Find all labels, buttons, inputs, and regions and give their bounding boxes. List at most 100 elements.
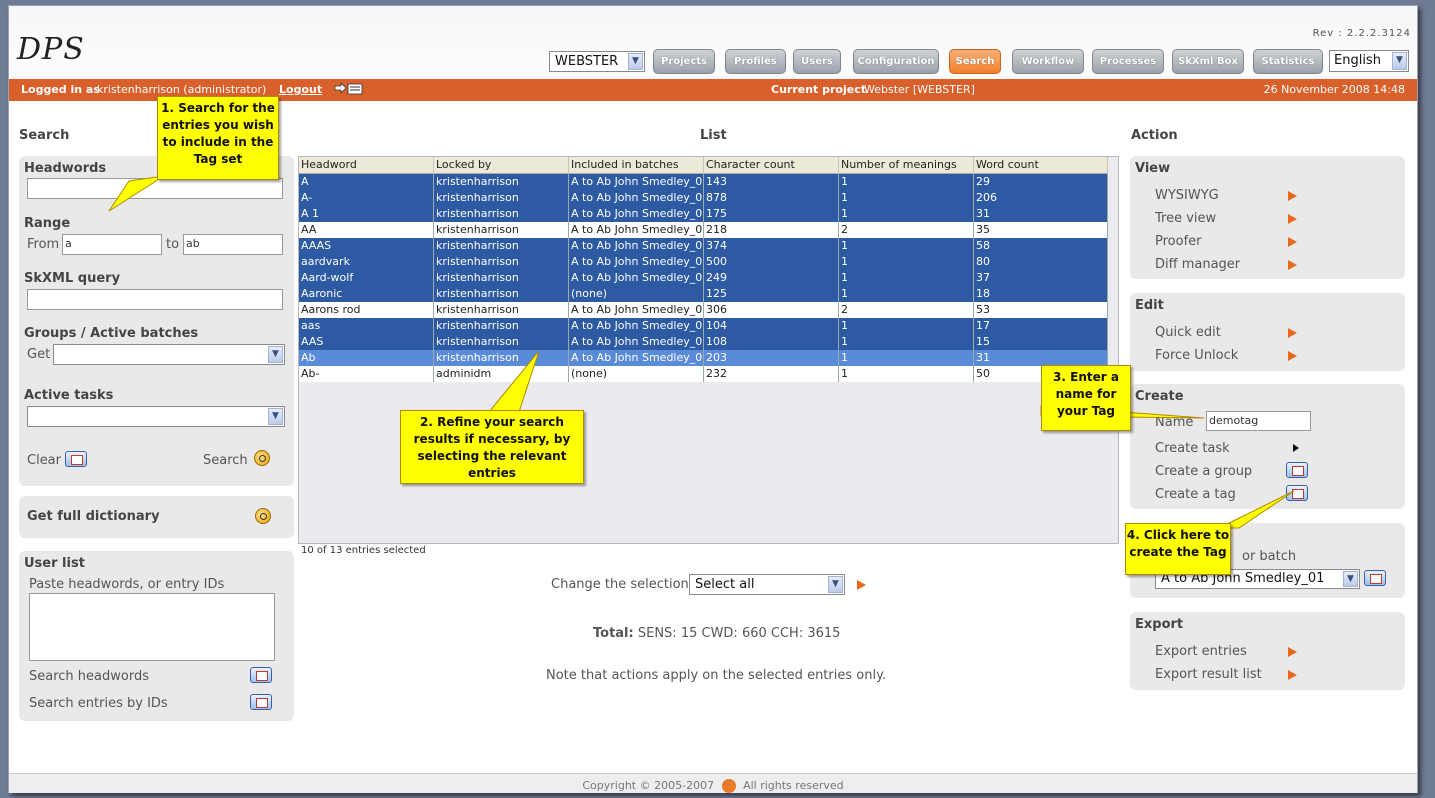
language-select[interactable]: English ▼ xyxy=(1329,50,1409,72)
batch-label: or batch xyxy=(1242,549,1297,564)
logout-link[interactable]: Logout xyxy=(279,79,322,101)
orange-arrow-icon[interactable] xyxy=(1288,647,1297,657)
user-list-textarea[interactable] xyxy=(29,593,275,661)
table-cell: kristenharrison xyxy=(434,302,569,318)
search-button[interactable] xyxy=(254,450,270,466)
nav-statistics[interactable]: Statistics xyxy=(1253,49,1323,74)
edit-quick-edit-label[interactable]: Quick edit xyxy=(1155,325,1221,340)
nav-users[interactable]: Users xyxy=(793,49,841,74)
create-label: Create xyxy=(1135,389,1184,404)
nav-search[interactable]: Search xyxy=(949,49,1001,74)
table-row[interactable]: A-kristenharrison A to Ab John Smedley_01… xyxy=(299,190,1108,206)
column-header[interactable]: Headword xyxy=(299,157,434,173)
nav-workflow[interactable]: Workflow xyxy=(1012,49,1084,74)
table-row[interactable]: Aaronic kristenharrison (none) 125 1 18 xyxy=(299,286,1108,302)
export-export-result-list-label[interactable]: Export result list xyxy=(1155,667,1262,682)
logged-in-prefix: Logged in as xyxy=(21,83,100,96)
range-from-input[interactable]: a xyxy=(62,234,162,255)
column-header[interactable]: Number of meanings xyxy=(839,157,974,173)
table-row[interactable]: aardvark kristenharrison A to Ab John Smed… xyxy=(299,254,1108,270)
orange-arrow-icon[interactable] xyxy=(1288,214,1297,224)
clear-button[interactable] xyxy=(65,451,87,467)
groups-select[interactable]: ▼ xyxy=(53,344,285,365)
batch-action-button[interactable] xyxy=(1364,570,1386,586)
view-proofer-label[interactable]: Proofer xyxy=(1155,234,1202,249)
table-row[interactable]: Aarons rod kristenharrison A to Ab John Sm… xyxy=(299,302,1108,318)
total-label: Total: xyxy=(593,626,634,641)
create-group-button[interactable] xyxy=(1286,462,1308,478)
create-tag-button[interactable] xyxy=(1286,485,1308,501)
table-cell: 2 xyxy=(839,302,974,318)
nav-skxml-box[interactable]: SkXml Box xyxy=(1172,49,1244,74)
table-row[interactable]: Ab kristenharrison A to Ab John Smedley_03… xyxy=(299,350,1108,366)
table-cell: 1 xyxy=(839,174,974,190)
search-ids-button[interactable] xyxy=(250,694,272,710)
table-cell: 232 xyxy=(704,366,839,382)
skxml-input[interactable] xyxy=(27,289,283,310)
full-dictionary-button[interactable] xyxy=(255,508,271,524)
orange-arrow-icon[interactable] xyxy=(1288,670,1297,680)
table-cell: AAAS xyxy=(299,238,434,254)
edit-force-unlock-label[interactable]: Force Unlock xyxy=(1155,348,1238,363)
table-cell: 1 xyxy=(839,206,974,222)
headwords-input[interactable] xyxy=(27,178,283,199)
create-task-label: Create task xyxy=(1155,441,1230,456)
export-export-entries-label[interactable]: Export entries xyxy=(1155,644,1247,659)
table-row[interactable]: AAS kristenharrison A to Ab John Smedley_0… xyxy=(299,334,1108,350)
view-tree-view-label[interactable]: Tree view xyxy=(1155,211,1216,226)
table-cell: A to Ab John Smedley_03 xyxy=(571,318,704,334)
view-wysiwyg-label[interactable]: WYSIWYG xyxy=(1155,188,1219,203)
view-diff-manager-label[interactable]: Diff manager xyxy=(1155,257,1240,272)
table-cell: 1 xyxy=(839,190,974,206)
table-row[interactable]: AAAS kristenharrison A to Ab John Smedley_… xyxy=(299,238,1108,254)
column-header[interactable]: Word count xyxy=(974,157,1108,173)
search-button-label: Search xyxy=(203,453,248,468)
table-row[interactable]: Akristenharrison A to Ab John Smedley_01 1… xyxy=(299,174,1108,190)
table-cell: kristenharrison xyxy=(434,350,569,366)
nav-configuration[interactable]: Configuration xyxy=(853,49,939,74)
table-cell: kristenharrison xyxy=(434,174,569,190)
apply-selection-arrow-icon[interactable] xyxy=(857,580,866,590)
table-cell: AA xyxy=(299,222,434,238)
user-list-panel: User list Paste headwords, or entry IDs … xyxy=(19,551,294,721)
table-cell: Ab- xyxy=(299,366,434,382)
create-task-arrow-icon[interactable] xyxy=(1293,444,1299,452)
table-cell: 1 xyxy=(839,334,974,350)
nav-processes[interactable]: Processes xyxy=(1092,49,1164,74)
export-label: Export xyxy=(1135,617,1184,632)
column-header[interactable]: Locked by xyxy=(434,157,569,173)
orange-arrow-icon[interactable] xyxy=(1288,237,1297,247)
change-selection-select[interactable]: Select all ▼ xyxy=(689,574,845,595)
orange-arrow-icon[interactable] xyxy=(1288,191,1297,201)
table-row[interactable]: Aard-wolf kristenharrison A to Ab John Sme… xyxy=(299,270,1108,286)
table-cell: Aaronic xyxy=(299,286,434,302)
orange-arrow-icon[interactable] xyxy=(1288,328,1297,338)
table-row[interactable]: aas kristenharrison A to Ab John Smedley_0… xyxy=(299,318,1108,334)
table-row[interactable]: AA kristenharrison A to Ab John Smedley_01… xyxy=(299,222,1108,238)
nav-profiles[interactable]: Profiles xyxy=(725,49,786,74)
nav-projects[interactable]: Projects xyxy=(653,49,715,74)
current-project-value: Webster [WEBSTER] xyxy=(864,83,975,96)
messages-icon[interactable] xyxy=(334,82,364,96)
table-row[interactable]: A 1 kristenharrison A to Ab John Smedley_0… xyxy=(299,206,1108,222)
table-cell: 17 xyxy=(974,318,1108,334)
table-cell: 1 xyxy=(839,270,974,286)
table-cell: 218 xyxy=(704,222,839,238)
range-to-input[interactable]: ab xyxy=(183,234,283,255)
table-row[interactable]: Ab-adminidm (none) 232 1 50 xyxy=(299,366,1108,382)
column-header[interactable]: Character count xyxy=(704,157,839,173)
project-select[interactable]: WEBSTER ▼ xyxy=(549,51,645,72)
tag-name-input[interactable]: demotag xyxy=(1206,411,1311,431)
view-panel: View WYSIWYG Tree view Proofer Diff manager xyxy=(1130,156,1405,279)
active-tasks-select[interactable]: ▼ xyxy=(27,406,285,427)
column-header[interactable]: Included in batches xyxy=(569,157,704,173)
table-cell: 31 xyxy=(974,350,1108,366)
create-panel: Create Name demotag Create task Create a… xyxy=(1130,384,1405,509)
orange-arrow-icon[interactable] xyxy=(1288,351,1297,361)
copyright-text: Copyright © 2005-2007 xyxy=(582,779,715,792)
search-headwords-button[interactable] xyxy=(250,667,272,683)
table-cell: 125 xyxy=(704,286,839,302)
orange-arrow-icon[interactable] xyxy=(1288,260,1297,270)
table-cell: kristenharrison xyxy=(434,270,569,286)
table-cell: adminidm xyxy=(434,366,569,382)
